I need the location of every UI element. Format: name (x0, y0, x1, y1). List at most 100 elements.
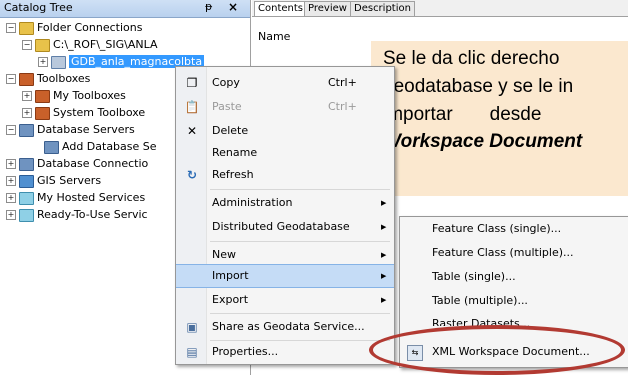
submenu-item-label: Feature Class (multiple)... (432, 246, 574, 259)
menu-item-distributed-geodatabase[interactable]: Distributed Geodatabase ▶ (176, 215, 394, 239)
menu-item-copy[interactable]: ❐ Copy Ctrl+ (176, 71, 394, 95)
submenu-item-label: Feature Class (single)... (432, 222, 562, 235)
toolbox-icon (35, 89, 50, 103)
tab-preview[interactable]: Preview (304, 1, 351, 16)
expand-icon[interactable]: + (22, 108, 32, 118)
callout-line-1: Se le da clic derecho (383, 48, 560, 69)
tree-node-label: Toolboxes (37, 72, 91, 85)
expand-icon[interactable]: + (6, 193, 16, 203)
folder-icon (19, 21, 34, 35)
folder-icon (35, 38, 50, 52)
tree-node-system-toolboxes[interactable]: + System Toolboxe (22, 105, 145, 121)
submenu-item-table-multiple[interactable]: Table (multiple)... (400, 289, 628, 313)
collapse-icon[interactable]: − (6, 23, 16, 33)
menu-item-label: Properties... (212, 345, 279, 358)
menu-item-label: Import (212, 269, 249, 282)
submenu-arrow-icon: ▶ (381, 223, 387, 231)
refresh-icon: ↻ (186, 168, 198, 182)
menu-item-label: Refresh (212, 168, 254, 181)
add-database-server-icon (44, 140, 59, 154)
tree-node-anla-folder[interactable]: − C:\_ROF\_SIG\ANLA (22, 37, 158, 53)
menu-item-import[interactable]: Import ▶ (176, 264, 394, 288)
menu-item-share-geodata-service[interactable]: ▣ Share as Geodata Service... (176, 315, 394, 339)
submenu-item-table-single[interactable]: Table (single)... (400, 265, 628, 289)
submenu-item-feature-class-single[interactable]: Feature Class (single)... (400, 217, 628, 241)
menu-item-label: Copy (212, 76, 240, 89)
expand-icon[interactable]: + (22, 91, 32, 101)
paste-icon: 📋 (184, 100, 200, 114)
menu-item-shortcut: Ctrl+ (328, 76, 357, 89)
menu-item-administration[interactable]: Administration ▶ (176, 191, 394, 215)
toolbox-icon (35, 106, 50, 120)
tree-node-add-database-server[interactable]: Add Database Se (44, 139, 157, 155)
menu-separator (210, 313, 390, 314)
menu-item-refresh[interactable]: ↻ Refresh (176, 163, 394, 187)
tree-node-database-servers[interactable]: − Database Servers (6, 122, 135, 138)
tree-node-gis-servers[interactable]: + GIS Servers (6, 173, 101, 189)
callout-line-2: geodatabase y se le in (383, 76, 574, 97)
menu-item-paste[interactable]: 📋 Paste Ctrl+ (176, 95, 394, 119)
tree-node-ready-to-use-services[interactable]: + Ready-To-Use Servic (6, 207, 148, 223)
contents-name-column-header[interactable]: Name (258, 30, 290, 43)
menu-item-rename[interactable]: Rename (176, 141, 394, 165)
menu-separator (210, 189, 390, 190)
tree-node-my-toolboxes[interactable]: + My Toolboxes (22, 88, 126, 104)
tree-node-label: Folder Connections (37, 21, 143, 34)
menu-item-label: Share as Geodata Service... (212, 320, 365, 333)
collapse-icon[interactable]: − (6, 74, 16, 84)
catalog-tree-title: Catalog Tree (4, 1, 73, 14)
tree-node-my-hosted-services[interactable]: + My Hosted Services (6, 190, 145, 206)
ready-to-use-services-icon (19, 208, 34, 222)
submenu-item-feature-class-multiple[interactable]: Feature Class (multiple)... (400, 241, 628, 265)
database-server-icon (19, 123, 34, 137)
instruction-callout: Se le da clic derecho geodatabase y se l… (371, 41, 628, 196)
tab-contents[interactable]: Contents (254, 1, 307, 16)
tab-description[interactable]: Description (350, 1, 415, 16)
expand-icon[interactable]: + (6, 176, 16, 186)
callout-line-4: Workspace Document (383, 131, 583, 152)
catalog-view-tabs: Contents Preview Description (252, 0, 628, 17)
collapse-icon[interactable]: − (22, 40, 32, 50)
collapse-icon[interactable]: − (6, 125, 16, 135)
pin-icon[interactable]: ᵽ (205, 0, 212, 13)
menu-item-delete[interactable]: ✕ Delete (176, 119, 394, 143)
toolbox-icon (19, 72, 34, 86)
menu-item-label: Distributed Geodatabase (212, 220, 350, 233)
tree-node-label: System Toolboxe (53, 106, 146, 119)
menu-item-properties[interactable]: ▤ Properties... (176, 340, 394, 364)
expand-icon[interactable]: + (6, 159, 16, 169)
geodatabase-icon (51, 55, 66, 69)
menu-item-label: Paste (212, 100, 242, 113)
tree-node-label: GIS Servers (37, 174, 102, 187)
expand-icon[interactable]: + (6, 210, 16, 220)
tree-node-label: Ready-To-Use Servic (37, 208, 148, 221)
submenu-item-raster-datasets[interactable]: Raster Datasets... (400, 312, 628, 326)
tree-node-label: Database Connectio (37, 157, 149, 170)
share-service-icon: ▣ (186, 320, 198, 334)
expand-icon[interactable]: + (38, 57, 48, 67)
properties-icon: ▤ (186, 345, 198, 359)
highlight-ellipse (369, 325, 625, 375)
submenu-item-label: Table (single)... (432, 270, 516, 283)
tree-node-label: My Toolboxes (53, 89, 126, 102)
tree-node-label: My Hosted Services (37, 191, 146, 204)
submenu-item-label: Table (multiple)... (432, 294, 528, 307)
tree-node-database-connections[interactable]: + Database Connectio (6, 156, 148, 172)
tree-node-label: Add Database Se (62, 140, 157, 153)
menu-item-label: Export (212, 293, 249, 306)
callout-line-3: importar desde (383, 104, 542, 125)
copy-icon: ❐ (186, 76, 198, 90)
delete-icon: ✕ (186, 124, 198, 138)
gis-server-icon (19, 174, 34, 188)
tree-node-folder-connections[interactable]: − Folder Connections (6, 20, 142, 36)
tree-node-toolboxes[interactable]: − Toolboxes (6, 71, 90, 87)
menu-item-label: Administration (212, 196, 293, 209)
menu-separator (210, 241, 390, 242)
submenu-item-label: Raster Datasets... (432, 317, 531, 326)
menu-item-export[interactable]: Export ▶ (176, 288, 394, 312)
close-icon[interactable]: × (228, 0, 238, 14)
context-menu: ❐ Copy Ctrl+ 📋 Paste Ctrl+ ✕ Delete Rena… (175, 66, 395, 365)
menu-item-shortcut: Ctrl+ (328, 100, 357, 113)
submenu-arrow-icon: ▶ (381, 199, 387, 207)
menu-item-label: Delete (212, 124, 249, 137)
